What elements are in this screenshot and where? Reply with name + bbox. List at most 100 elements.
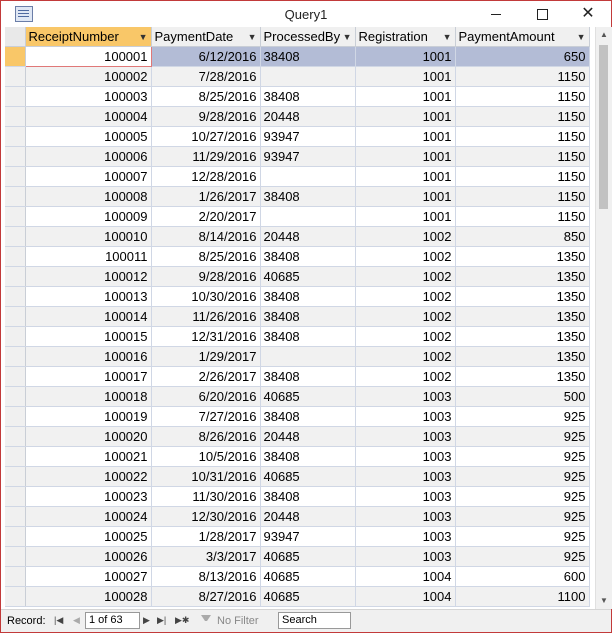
scroll-up-icon[interactable]: ▲: [596, 27, 612, 43]
sort-filter-icon[interactable]: ▼: [577, 32, 586, 42]
table-row[interactable]: 100007 12/28/2016 1001 1150: [5, 166, 590, 187]
registration-cell[interactable]: 1003: [355, 526, 456, 547]
receiptnumber-cell[interactable]: 100017: [25, 366, 152, 387]
registration-cell[interactable]: 1003: [355, 546, 456, 567]
processedby-cell[interactable]: 38408: [260, 406, 356, 427]
row-selector[interactable]: [5, 46, 26, 67]
table-row[interactable]: 100019 7/27/2016 38408 1003 925: [5, 406, 590, 427]
registration-cell[interactable]: 1001: [355, 66, 456, 87]
receiptnumber-cell[interactable]: 100011: [25, 246, 152, 267]
registration-cell[interactable]: 1001: [355, 106, 456, 127]
sort-filter-icon[interactable]: ▼: [343, 32, 352, 42]
paymentdate-cell[interactable]: 6/20/2016: [151, 386, 261, 407]
registration-cell[interactable]: 1002: [355, 346, 456, 367]
table-row[interactable]: 100027 8/13/2016 40685 1004 600: [5, 566, 590, 587]
paymentamount-cell[interactable]: 650: [455, 46, 590, 67]
table-row[interactable]: 100024 12/30/2016 20448 1003 925: [5, 506, 590, 527]
datasheet-grid[interactable]: ReceiptNumber ▼ PaymentDate ▼ ProcessedBy ▼…: [5, 27, 595, 609]
table-row[interactable]: 100002 7/28/2016 1001 1150: [5, 66, 590, 87]
row-selector[interactable]: [5, 186, 26, 207]
row-selector[interactable]: [5, 306, 26, 327]
paymentdate-cell[interactable]: 11/29/2016: [151, 146, 261, 167]
paymentamount-cell[interactable]: 1150: [455, 66, 590, 87]
paymentdate-cell[interactable]: 1/26/2017: [151, 186, 261, 207]
table-row[interactable]: 100021 10/5/2016 38408 1003 925: [5, 446, 590, 467]
processedby-cell[interactable]: 38408: [260, 366, 356, 387]
table-row[interactable]: 100008 1/26/2017 38408 1001 1150: [5, 186, 590, 207]
receiptnumber-cell[interactable]: 100008: [25, 186, 152, 207]
paymentdate-cell[interactable]: 8/14/2016: [151, 226, 261, 247]
paymentdate-cell[interactable]: 10/31/2016: [151, 466, 261, 487]
table-row[interactable]: 100010 8/14/2016 20448 1002 850: [5, 226, 590, 247]
paymentdate-cell[interactable]: 12/28/2016: [151, 166, 261, 187]
column-header-paymentamount[interactable]: PaymentAmount ▼: [455, 27, 590, 47]
registration-cell[interactable]: 1003: [355, 506, 456, 527]
paymentdate-cell[interactable]: 12/30/2016: [151, 506, 261, 527]
title-bar[interactable]: Query1 ✕: [1, 1, 611, 27]
registration-cell[interactable]: 1003: [355, 426, 456, 447]
row-selector[interactable]: [5, 426, 26, 447]
receiptnumber-cell[interactable]: 100006: [25, 146, 152, 167]
row-selector[interactable]: [5, 326, 26, 347]
receiptnumber-cell[interactable]: 100009: [25, 206, 152, 227]
first-record-icon[interactable]: |◀: [54, 615, 63, 626]
table-row[interactable]: 100012 9/28/2016 40685 1002 1350: [5, 266, 590, 287]
paymentdate-cell[interactable]: 2/20/2017: [151, 206, 261, 227]
processedby-cell[interactable]: 40685: [260, 586, 356, 607]
row-selector[interactable]: [5, 126, 26, 147]
receiptnumber-cell[interactable]: 100023: [25, 486, 152, 507]
paymentdate-cell[interactable]: 8/27/2016: [151, 586, 261, 607]
table-row[interactable]: 100020 8/26/2016 20448 1003 925: [5, 426, 590, 447]
maximize-button[interactable]: [519, 1, 565, 27]
paymentdate-cell[interactable]: 10/27/2016: [151, 126, 261, 147]
paymentdate-cell[interactable]: 11/26/2016: [151, 306, 261, 327]
processedby-cell[interactable]: 38408: [260, 286, 356, 307]
row-selector[interactable]: [5, 446, 26, 467]
paymentamount-cell[interactable]: 925: [455, 546, 590, 567]
current-record-field[interactable]: 1 of 63: [85, 612, 140, 629]
processedby-cell[interactable]: 40685: [260, 266, 356, 287]
registration-cell[interactable]: 1001: [355, 46, 456, 67]
processedby-cell[interactable]: 38408: [260, 186, 356, 207]
paymentdate-cell[interactable]: 3/3/2017: [151, 546, 261, 567]
paymentamount-cell[interactable]: 1100: [455, 586, 590, 607]
registration-cell[interactable]: 1001: [355, 146, 456, 167]
registration-cell[interactable]: 1001: [355, 166, 456, 187]
registration-cell[interactable]: 1003: [355, 486, 456, 507]
table-row[interactable]: 100001 6/12/2016 38408 1001 650: [5, 46, 590, 67]
row-selector[interactable]: [5, 206, 26, 227]
sort-filter-icon[interactable]: ▼: [443, 32, 452, 42]
processedby-cell[interactable]: 40685: [260, 566, 356, 587]
processedby-cell[interactable]: 38408: [260, 86, 356, 107]
paymentamount-cell[interactable]: 1350: [455, 266, 590, 287]
row-selector[interactable]: [5, 486, 26, 507]
registration-cell[interactable]: 1002: [355, 326, 456, 347]
table-row[interactable]: 100004 9/28/2016 20448 1001 1150: [5, 106, 590, 127]
column-header-receiptnumber[interactable]: ReceiptNumber ▼: [25, 27, 152, 47]
select-all-corner[interactable]: [5, 27, 26, 47]
table-row[interactable]: 100026 3/3/2017 40685 1003 925: [5, 546, 590, 567]
processedby-cell[interactable]: 40685: [260, 466, 356, 487]
processedby-cell[interactable]: [260, 166, 356, 187]
row-selector[interactable]: [5, 286, 26, 307]
row-selector[interactable]: [5, 406, 26, 427]
receiptnumber-cell[interactable]: 100005: [25, 126, 152, 147]
receiptnumber-cell[interactable]: 100003: [25, 86, 152, 107]
paymentdate-cell[interactable]: 8/25/2016: [151, 246, 261, 267]
column-header-registration[interactable]: Registration ▼: [355, 27, 456, 47]
table-row[interactable]: 100006 11/29/2016 93947 1001 1150: [5, 146, 590, 167]
table-row[interactable]: 100028 8/27/2016 40685 1004 1100: [5, 586, 590, 607]
registration-cell[interactable]: 1002: [355, 286, 456, 307]
search-input[interactable]: Search: [278, 612, 351, 629]
registration-cell[interactable]: 1001: [355, 206, 456, 227]
receiptnumber-cell[interactable]: 100024: [25, 506, 152, 527]
column-header-processedby[interactable]: ProcessedBy ▼: [260, 27, 356, 47]
row-selector[interactable]: [5, 146, 26, 167]
receiptnumber-cell[interactable]: 100014: [25, 306, 152, 327]
paymentamount-cell[interactable]: 925: [455, 466, 590, 487]
paymentamount-cell[interactable]: 1350: [455, 246, 590, 267]
registration-cell[interactable]: 1002: [355, 366, 456, 387]
paymentdate-cell[interactable]: 8/13/2016: [151, 566, 261, 587]
processedby-cell[interactable]: [260, 66, 356, 87]
paymentamount-cell[interactable]: 850: [455, 226, 590, 247]
